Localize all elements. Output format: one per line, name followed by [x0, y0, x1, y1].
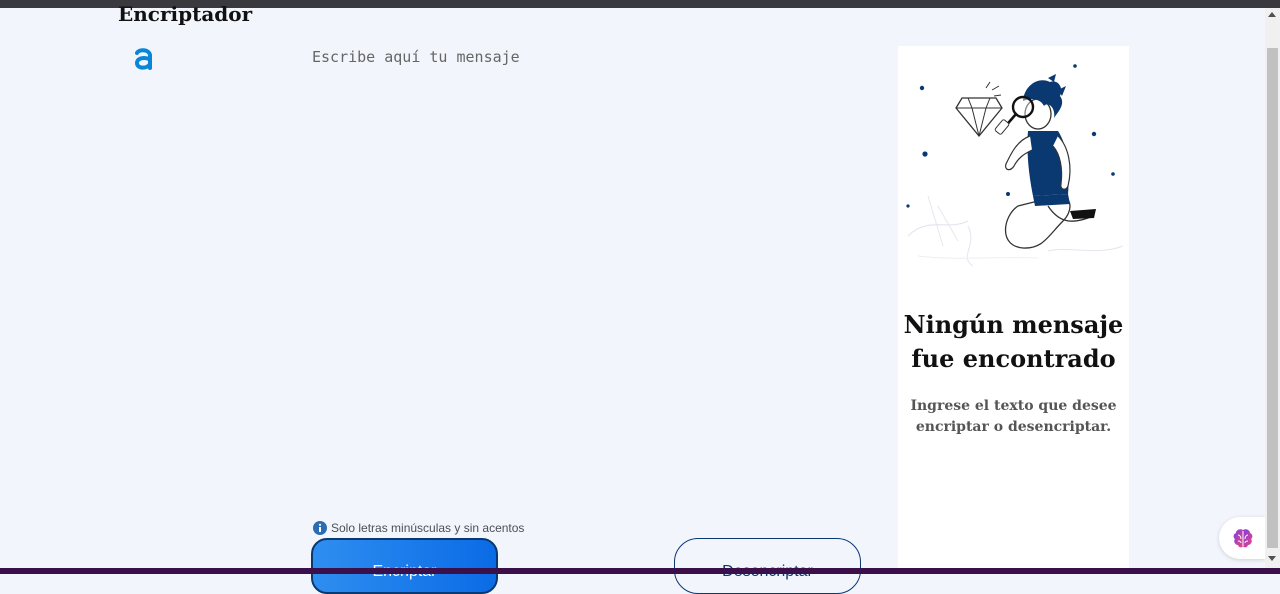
empty-state-title: Ningún mensaje fue encontrado [903, 310, 1124, 373]
page-title: Encriptador [118, 2, 253, 26]
message-input[interactable] [310, 46, 874, 500]
empty-state-subtitle: Ingrese el texto que desee encriptar o d… [910, 398, 1117, 435]
page-scrollbar[interactable] [1265, 8, 1280, 568]
input-hint: Solo letras minúsculas y sin acentos [313, 521, 524, 535]
output-panel: Ningún mensaje fue encontrado Ingrese el… [898, 46, 1129, 574]
floating-assistant-button[interactable] [1219, 517, 1265, 559]
person-with-magnifying-glass-illustration [906, 64, 1124, 267]
info-icon [313, 521, 327, 535]
scroll-down-arrow-icon[interactable] [1268, 556, 1276, 561]
brain-icon [1233, 529, 1253, 548]
alura-logo-icon[interactable] [132, 44, 154, 72]
scroll-up-arrow-icon[interactable] [1268, 12, 1276, 17]
hint-text: Solo letras minúsculas y sin acentos [331, 521, 525, 535]
encrypt-button[interactable]: Encriptar [311, 538, 498, 594]
scrollbar-thumb[interactable] [1267, 48, 1278, 548]
decrypt-button[interactable]: Desencriptar [674, 538, 861, 594]
taskbar-edge [0, 568, 1280, 574]
